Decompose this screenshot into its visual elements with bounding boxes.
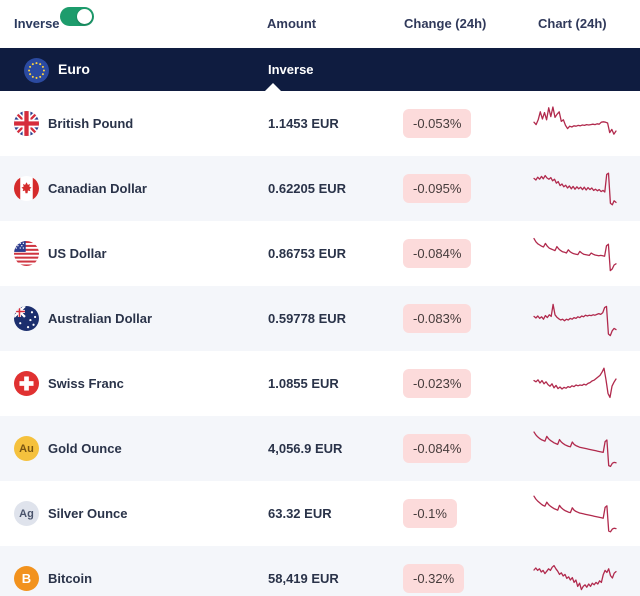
currency-row[interactable]: B Bitcoin 58,419 EUR -0.32% (0, 546, 640, 596)
uk-flag-icon (14, 111, 39, 136)
amount-value: 58,419 EUR (268, 571, 339, 586)
change-badge: -0.32% (403, 564, 465, 593)
change-badge: -0.053% (403, 109, 472, 138)
switzerland-flag-icon (14, 371, 39, 396)
column-header-chart: Chart (24h) (538, 16, 607, 31)
currency-rates-table: Inverse Amount Change (24h) Chart (24h) … (0, 0, 640, 596)
column-header-change: Change (24h) (404, 16, 487, 31)
amount-value: 63.32 EUR (268, 506, 332, 521)
sparkline-chart (532, 426, 618, 475)
toggle-knob-icon (77, 9, 92, 24)
currency-name: Silver Ounce (48, 506, 128, 521)
currency-row[interactable]: Au Gold Ounce 4,056.9 EUR -0.084% (0, 416, 640, 481)
symbol-label: Au (14, 436, 39, 461)
currency-row[interactable]: Ag Silver Ounce 63.32 EUR -0.1% (0, 481, 640, 546)
base-currency-name: Euro (58, 61, 90, 77)
sparkline-chart (532, 556, 618, 596)
currency-name: Bitcoin (48, 571, 93, 586)
sparkline-chart (532, 231, 618, 280)
sparkline-chart (532, 361, 618, 410)
currency-name: Swiss Franc (48, 376, 124, 391)
currency-name: Australian Dollar (48, 311, 153, 326)
currency-rows: British Pound 1.1453 EUR -0.053% Canadian D… (0, 91, 640, 596)
currency-row[interactable]: Canadian Dollar 0.62205 EUR -0.095% (0, 156, 640, 221)
symbol-label: Ag (14, 501, 39, 526)
currency-name: British Pound (48, 116, 134, 131)
currency-name: Gold Ounce (48, 441, 122, 456)
column-header-amount: Amount (267, 16, 317, 31)
change-badge: -0.083% (403, 304, 472, 333)
caret-up-icon (265, 83, 281, 91)
bitcoin-icon: B (14, 566, 39, 591)
us-flag-icon (14, 241, 39, 266)
currency-row[interactable]: Australian Dollar 0.59778 EUR -0.083% (0, 286, 640, 351)
currency-name: US Dollar (48, 246, 107, 261)
australia-flag-icon (14, 306, 39, 331)
change-badge: -0.023% (403, 369, 472, 398)
canada-flag-icon (14, 176, 39, 201)
sparkline-chart (532, 296, 618, 345)
amount-value: 0.86753 EUR (268, 246, 347, 261)
symbol-label: B (14, 566, 39, 591)
base-currency-row: Euro Inverse (0, 48, 640, 91)
change-badge: -0.084% (403, 239, 472, 268)
amount-value: 0.62205 EUR (268, 181, 347, 196)
currency-name: Canadian Dollar (48, 181, 147, 196)
change-badge: -0.1% (403, 499, 457, 528)
amount-value: 1.1453 EUR (268, 116, 339, 131)
amount-value: 1.0855 EUR (268, 376, 339, 391)
currency-row[interactable]: British Pound 1.1453 EUR -0.053% (0, 91, 640, 156)
sparkline-chart (532, 166, 618, 215)
change-badge: -0.084% (403, 434, 472, 463)
inverse-toggle[interactable] (60, 7, 94, 26)
sparkline-chart (532, 491, 618, 540)
change-badge: -0.095% (403, 174, 472, 203)
sparkline-chart (532, 101, 618, 150)
amount-value: 4,056.9 EUR (268, 441, 343, 456)
amount-value: 0.59778 EUR (268, 311, 347, 326)
currency-row[interactable]: Swiss Franc 1.0855 EUR -0.023% (0, 351, 640, 416)
euro-flag-icon (24, 58, 49, 83)
currency-row[interactable]: US Dollar 0.86753 EUR -0.084% (0, 221, 640, 286)
gold-icon: Au (14, 436, 39, 461)
base-inverse-label: Inverse (268, 62, 314, 77)
table-controls: Inverse Amount Change (24h) Chart (24h) (0, 0, 640, 48)
inverse-toggle-label: Inverse (14, 16, 60, 31)
silver-icon: Ag (14, 501, 39, 526)
